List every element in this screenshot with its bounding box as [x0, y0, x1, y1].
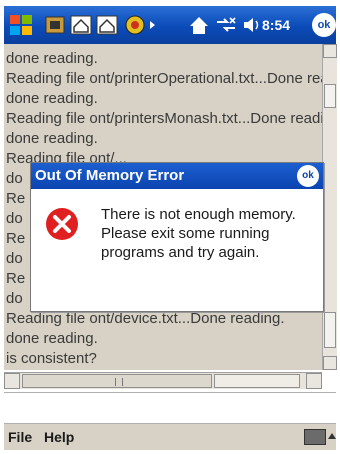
log-line: do [6, 290, 23, 307]
house-app-icon[interactable] [70, 13, 92, 37]
chevron-right-icon[interactable] [148, 13, 158, 37]
keyboard-icon[interactable] [304, 429, 326, 445]
horizontal-scrollbar[interactable] [4, 372, 322, 389]
volume-icon[interactable] [242, 13, 262, 37]
scroll-thumb[interactable] [324, 84, 336, 108]
dialog-message: There is not enough memory. Please exit … [101, 206, 296, 261]
pocketpc-screen: 8:54 ok done reading. Reading file ont/p… [0, 0, 340, 454]
log-line: do [6, 250, 23, 267]
log-line: Re [6, 230, 26, 247]
log-line: Re [6, 270, 26, 287]
horizontal-scroll-thumb[interactable] [22, 374, 212, 388]
menu-help[interactable]: Help [44, 429, 74, 445]
log-line: done reading. [6, 330, 98, 347]
input-field[interactable] [4, 392, 336, 424]
log-line: do [6, 210, 23, 227]
menu-file[interactable]: File [8, 429, 32, 445]
media-icon[interactable] [124, 13, 146, 37]
scroll-up-button[interactable] [323, 44, 337, 58]
scroll-right-button[interactable] [306, 373, 322, 389]
clock[interactable]: 8:54 [262, 17, 290, 33]
log-line: Reading file ont/printersMonash.txt...Do… [6, 110, 322, 127]
horizontal-scroll-track[interactable] [214, 374, 300, 388]
error-icon [46, 208, 78, 240]
connectivity-icon[interactable] [214, 13, 238, 37]
log-line: done reading. [6, 90, 98, 107]
home-icon[interactable] [188, 13, 210, 37]
log-line: done reading. [6, 50, 98, 67]
ok-button[interactable]: ok [312, 13, 336, 37]
scroll-left-button[interactable] [4, 373, 20, 389]
log-line: done reading. [6, 130, 98, 147]
windows-start-icon[interactable] [8, 12, 34, 38]
log-line: is consistent? [6, 350, 97, 367]
scroll-down-button[interactable] [323, 356, 337, 370]
log-line: do [6, 170, 23, 187]
scroll-track-segment[interactable] [324, 312, 336, 348]
sip-arrow-icon[interactable] [328, 433, 336, 439]
dialog-title-bar: Out Of Memory Error ok [31, 163, 323, 189]
app-icon[interactable] [44, 13, 66, 37]
house-app-icon-2[interactable] [96, 13, 118, 37]
error-dialog: Out Of Memory Error ok There is not enou… [30, 162, 324, 312]
dialog-ok-button[interactable]: ok [297, 165, 319, 187]
dialog-title: Out Of Memory Error [35, 167, 185, 184]
taskbar: 8:54 ok [4, 6, 336, 44]
vertical-scrollbar[interactable] [322, 44, 337, 370]
log-line: Reading file ont/device.txt...Done readi… [6, 310, 285, 327]
menu-bar: File Help [4, 424, 336, 450]
log-line: Reading file ont/printerOperational.txt.… [6, 70, 322, 87]
log-line: Re [6, 190, 26, 207]
grip-icon [115, 378, 123, 386]
